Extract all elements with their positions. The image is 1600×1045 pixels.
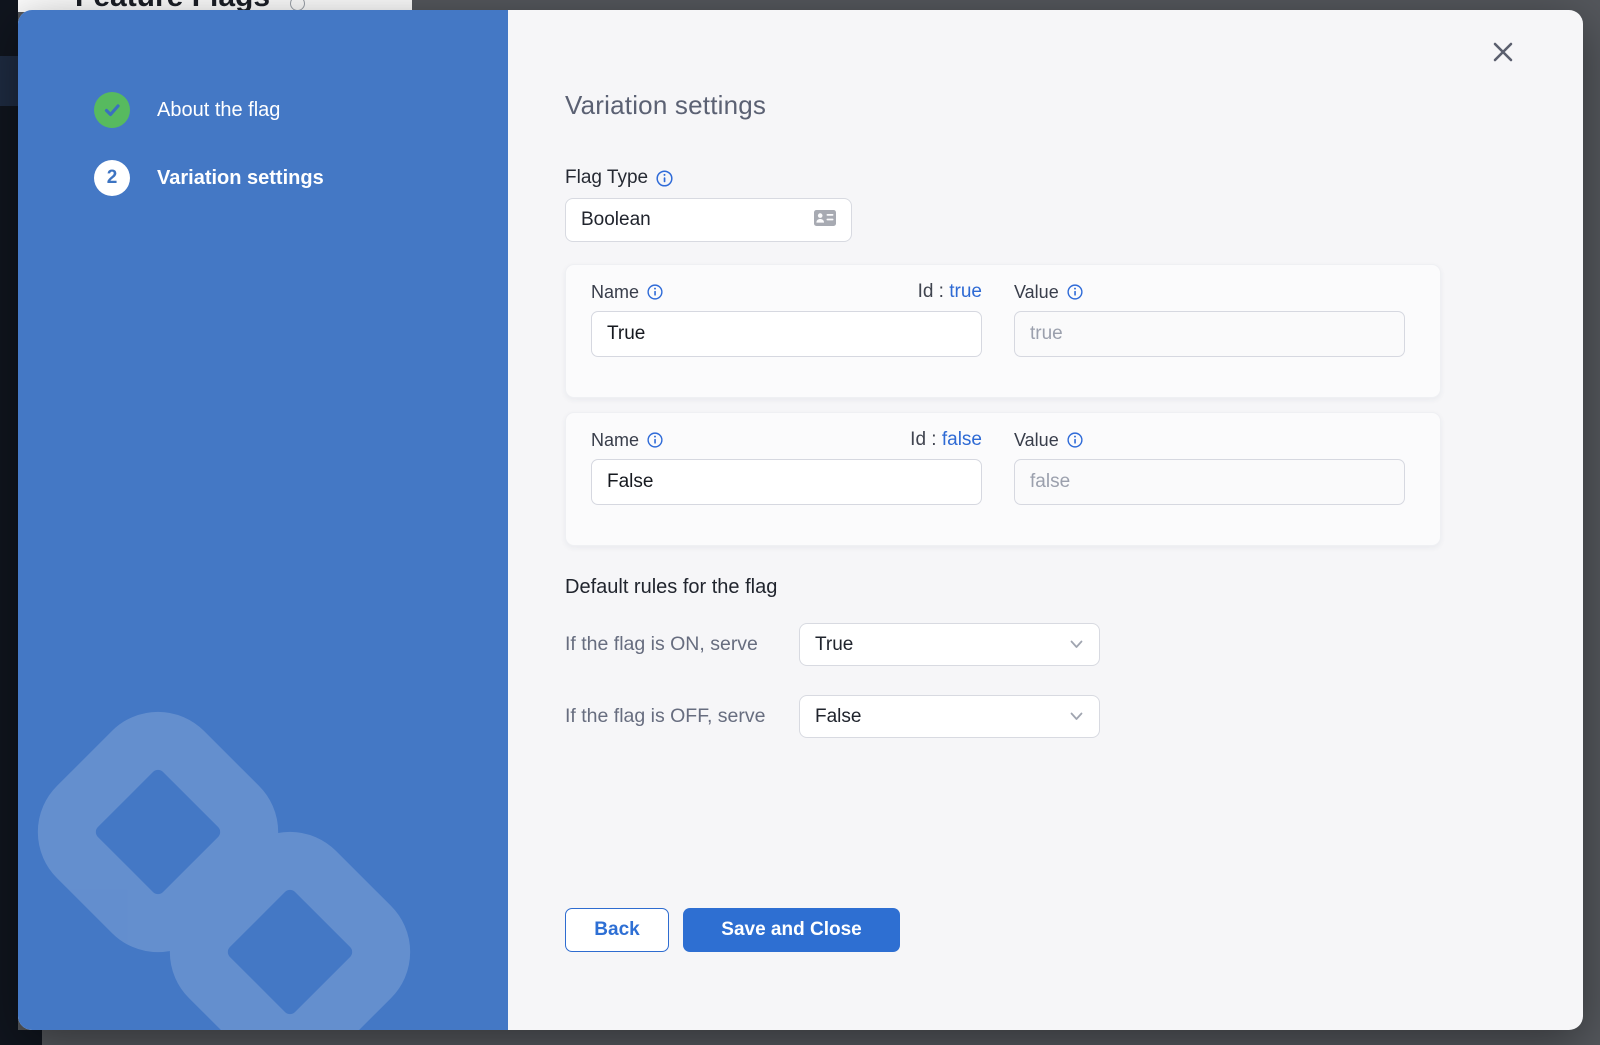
rule-off-select[interactable]: False [799, 695, 1100, 738]
flag-type-label: Flag Type [565, 167, 648, 189]
variation-value-input [1014, 459, 1405, 505]
variation-card-false: Name Id : false Value [565, 412, 1441, 546]
variation-name-input[interactable] [591, 311, 982, 357]
flag-type-label-row: Flag Type [565, 167, 1583, 189]
step-number-badge: 2 [94, 160, 130, 196]
rule-off-value: False [815, 706, 861, 728]
variation-card-true: Name Id : true Value [565, 264, 1441, 398]
chevron-down-icon [1070, 636, 1083, 654]
back-button[interactable]: Back [565, 908, 669, 952]
flag-type-select[interactable]: Boolean [565, 198, 852, 242]
info-icon[interactable] [1067, 432, 1083, 448]
info-icon[interactable] [647, 432, 663, 448]
rule-on-select[interactable]: True [799, 623, 1100, 666]
value-label: Value [1014, 430, 1059, 451]
app-sidebar-selected-item [0, 56, 18, 106]
value-label: Value [1014, 282, 1059, 303]
wizard-sidebar: About the flag 2 Variation settings [18, 10, 508, 1030]
rule-off-label: If the flag is OFF, serve [565, 705, 799, 728]
id-card-icon [813, 208, 837, 233]
rule-row-on: If the flag is ON, serve True [565, 623, 1583, 666]
panel-title: Variation settings [565, 90, 1583, 121]
id-prefix: Id : [918, 281, 944, 302]
info-icon[interactable] [656, 170, 673, 187]
close-icon[interactable] [1489, 38, 1517, 66]
variation-value-input [1014, 311, 1405, 357]
variation-name-input[interactable] [591, 459, 982, 505]
info-icon[interactable] [647, 284, 663, 300]
rule-on-value: True [815, 634, 853, 656]
save-and-close-button[interactable]: Save and Close [683, 908, 900, 952]
chevron-down-icon [1070, 708, 1083, 726]
id-prefix: Id : [910, 429, 936, 450]
app-sidebar-rail [0, 0, 18, 1045]
step-label: About the flag [157, 99, 280, 122]
create-flag-modal: About the flag 2 Variation settings Vari… [18, 10, 1583, 1030]
flag-type-value: Boolean [581, 209, 651, 231]
step-about-the-flag[interactable]: About the flag [18, 92, 508, 128]
variation-settings-panel: Variation settings Flag Type Boolean Nam… [508, 10, 1583, 1030]
name-label: Name [591, 282, 639, 303]
id-value-link[interactable]: false [942, 429, 982, 450]
default-rules-title: Default rules for the flag [565, 576, 1583, 599]
step-label: Variation settings [157, 167, 324, 190]
id-value-link[interactable]: true [949, 281, 982, 302]
wizard-steps: About the flag 2 Variation settings [18, 10, 508, 196]
name-label: Name [591, 430, 639, 451]
app-sidebar-corner [0, 1030, 42, 1045]
rule-on-label: If the flag is ON, serve [565, 633, 799, 656]
check-icon [94, 92, 130, 128]
step-variation-settings[interactable]: 2 Variation settings [18, 160, 508, 196]
info-icon[interactable] [1067, 284, 1083, 300]
modal-footer-buttons: Back Save and Close [565, 908, 1583, 952]
rule-row-off: If the flag is OFF, serve False [565, 695, 1583, 738]
